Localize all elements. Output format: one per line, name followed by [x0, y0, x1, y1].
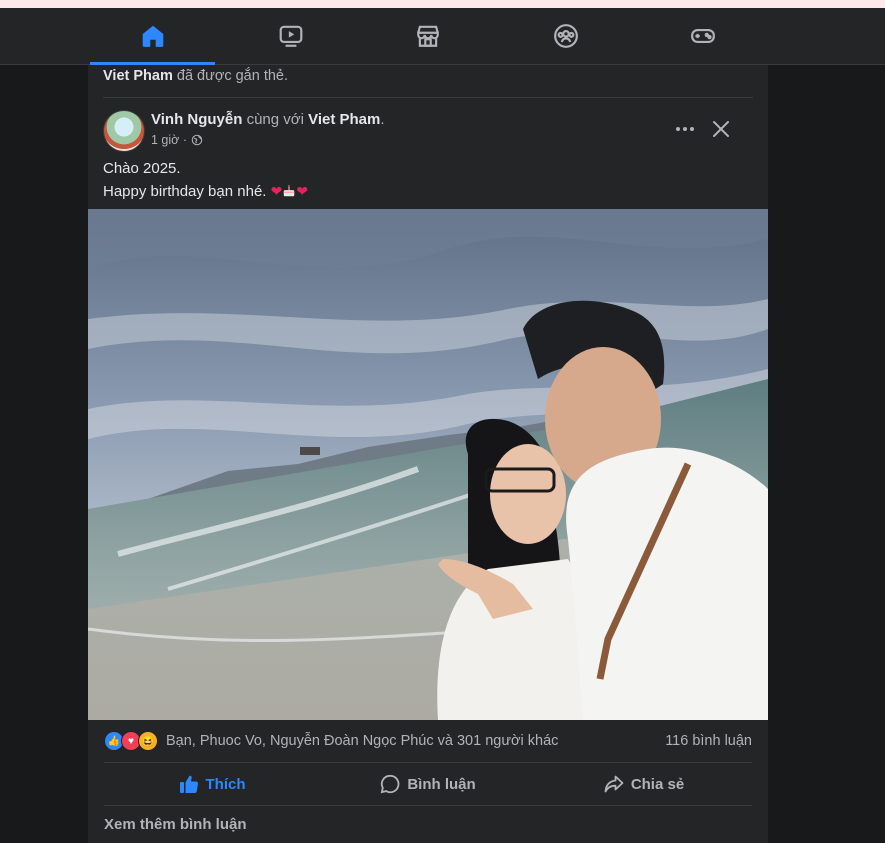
tagged-notice: Viet Pham đã được gắn thẻ.: [103, 65, 753, 98]
beach-selfie-photo: [88, 209, 768, 720]
reaction-icons[interactable]: 👍 ♥ 😆: [104, 731, 166, 751]
feed-background-right: [768, 65, 885, 843]
like-button[interactable]: Thích: [104, 763, 320, 805]
heart-emoji-icon: ❤: [270, 183, 283, 199]
hide-post-button[interactable]: [705, 113, 737, 145]
post-header: Vinh Nguyễn cùng với Viet Pham. 1 giờ ·: [103, 109, 753, 153]
post-time[interactable]: 1 giờ ·: [151, 133, 187, 147]
post-message-line-2: Happy birthday bạn nhé. ❤ ❤: [103, 180, 308, 203]
gamepad-icon: [690, 28, 715, 44]
top-navigation-bar: [0, 8, 885, 65]
reactions-summary: 👍 ♥ 😆 Bạn, Phuoc Vo, Nguyễn Đoàn Ngọc Ph…: [104, 729, 752, 753]
feed-post: Viet Pham đã được gắn thẻ. Vinh Nguyễn c…: [88, 65, 768, 843]
tab-gaming[interactable]: [640, 8, 765, 64]
comment-icon: [381, 774, 400, 794]
post-message-line-1: Chào 2025.: [103, 160, 181, 177]
author-line: Vinh Nguyễn cùng với Viet Pham.: [151, 111, 385, 128]
post-message: Chào 2025. Happy birthday bạn nhé. ❤ ❤: [103, 158, 308, 203]
comment-label: Bình luận: [407, 775, 476, 793]
comment-count[interactable]: 116 bình luận: [665, 733, 752, 749]
share-label: Chia sẻ: [630, 775, 685, 793]
thumbs-up-icon: [179, 775, 198, 793]
tab-marketplace[interactable]: [365, 8, 490, 64]
author-name[interactable]: Vinh Nguyễn: [151, 111, 242, 128]
post-photo[interactable]: [88, 209, 768, 720]
more-options-button[interactable]: [669, 115, 701, 143]
comment-button[interactable]: Bình luận: [320, 763, 536, 805]
post-message-line-2-text: Happy birthday bạn nhé.: [103, 183, 271, 200]
share-button[interactable]: Chia sẻ: [536, 763, 752, 805]
tab-home[interactable]: [90, 8, 215, 65]
post-action-bar: Thích Bình luận Chia sẻ: [104, 762, 752, 806]
store-icon: [416, 25, 439, 47]
tagged-suffix: đã được gắn thẻ.: [172, 68, 289, 84]
tagged-user-name[interactable]: Viet Pham: [103, 68, 173, 84]
video-icon: [279, 25, 302, 47]
author-avatar[interactable]: [103, 110, 145, 152]
view-more-comments-link[interactable]: Xem thêm bình luận: [104, 816, 247, 833]
globe-icon: [191, 134, 203, 146]
like-label: Thích: [205, 775, 246, 793]
browser-top-strip: [0, 0, 885, 8]
reactions-text[interactable]: Bạn, Phuoc Vo, Nguyễn Đoàn Ngọc Phúc và …: [166, 733, 558, 749]
heart-emoji-icon: ❤: [296, 183, 309, 199]
feed-background-left: [0, 65, 88, 843]
close-icon: [713, 121, 729, 137]
tab-groups[interactable]: [503, 8, 628, 64]
groups-icon: [553, 24, 578, 48]
haha-reaction-icon: 😆: [138, 731, 158, 751]
share-icon: [604, 775, 624, 793]
post-meta: 1 giờ ·: [151, 133, 203, 147]
with-text: cùng với: [242, 111, 309, 128]
cake-emoji-icon: [284, 184, 295, 197]
author-line-period: .: [380, 111, 385, 128]
more-horizontal-icon: [676, 127, 694, 131]
tab-watch[interactable]: [228, 8, 353, 64]
home-icon: [142, 25, 163, 47]
tagged-friend-name[interactable]: Viet Pham: [308, 111, 380, 128]
